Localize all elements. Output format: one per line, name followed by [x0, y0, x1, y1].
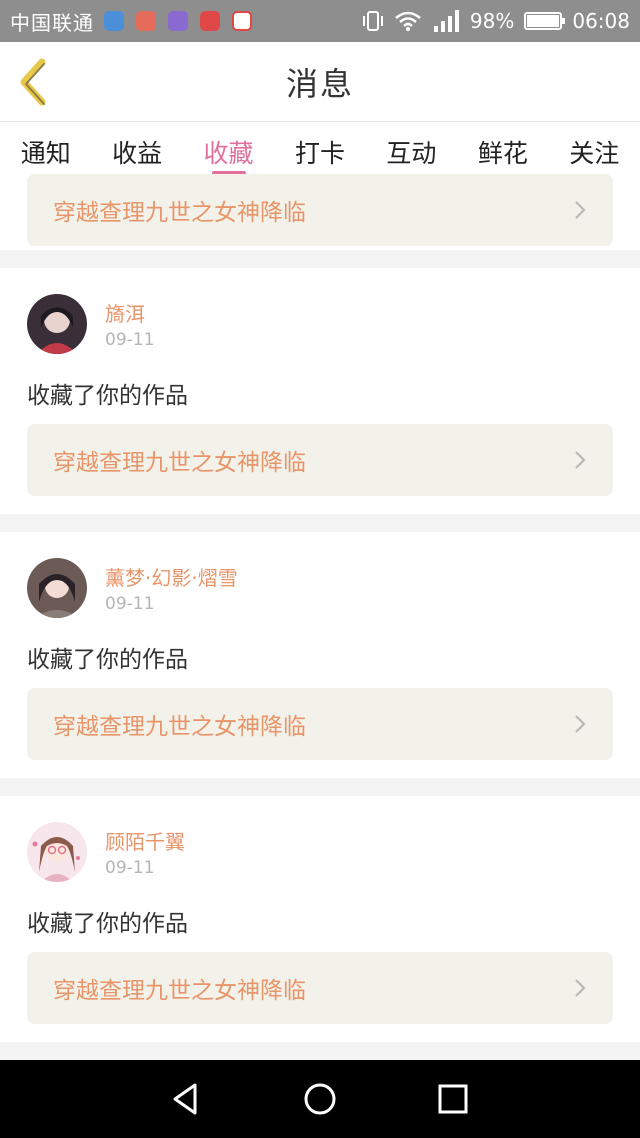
- tab-interaction[interactable]: 互动: [366, 122, 457, 182]
- vibrate-icon: [362, 11, 383, 31]
- tab-notifications[interactable]: 通知: [0, 122, 91, 182]
- video-icon: [232, 11, 252, 31]
- battery-percent: 98%: [469, 9, 515, 33]
- tab-label: 收益: [112, 139, 163, 168]
- header-bar: 消息: [0, 42, 640, 122]
- back-arrow-icon[interactable]: [14, 56, 54, 108]
- list-item: 旖洱 09-11 收藏了你的作品 穿越查理九世之女神降临: [0, 268, 640, 514]
- tab-label: 鲜花: [477, 139, 528, 168]
- gallery-icon: [168, 11, 188, 31]
- tab-flowers[interactable]: 鲜花: [457, 122, 548, 182]
- mail-icon: [136, 11, 156, 31]
- work-link[interactable]: 穿越查理九世之女神降临: [27, 424, 613, 496]
- tab-earnings[interactable]: 收益: [91, 122, 182, 182]
- maps-icon: [104, 11, 124, 31]
- work-link[interactable]: 穿越查理九世之女神降临: [27, 952, 613, 1024]
- chevron-right-icon: [575, 451, 586, 469]
- recents-square-icon[interactable]: [433, 1079, 473, 1119]
- avatar[interactable]: [27, 558, 87, 618]
- avatar[interactable]: [27, 294, 87, 354]
- list-item: 穿越查理九世之女神降临: [0, 174, 640, 250]
- action-text: 收藏了你的作品: [27, 383, 188, 409]
- home-circle-icon[interactable]: [300, 1079, 340, 1119]
- screen: 中国联通 98% 06:08 消息 通知 收益 收藏 打卡 互动 鲜花 关注 穿…: [0, 0, 640, 1138]
- username[interactable]: 旖洱: [105, 298, 145, 327]
- system-nav-bar: [0, 1060, 640, 1138]
- work-title: 穿越查理九世之女神降临: [53, 978, 306, 1004]
- status-right: 98% 06:08: [362, 8, 630, 34]
- tab-checkin[interactable]: 打卡: [274, 122, 365, 182]
- tab-label: 关注: [569, 139, 620, 168]
- work-link[interactable]: 穿越查理九世之女神降临: [27, 174, 613, 246]
- work-link[interactable]: 穿越查理九世之女神降临: [27, 688, 613, 760]
- list-item: 薰梦·幻影·熠雪 09-11 收藏了你的作品 穿越查理九世之女神降临: [0, 532, 640, 778]
- wifi-icon: [395, 11, 421, 31]
- message-list: 穿越查理九世之女神降临 旖洱 09-11 收藏了你的作品 穿越查理九世之女神降临: [0, 174, 640, 1042]
- clock: 06:08: [572, 9, 630, 33]
- timestamp: 09-11: [105, 858, 155, 878]
- page-title: 消息: [285, 64, 354, 103]
- signal-icon: [433, 10, 459, 32]
- action-text: 收藏了你的作品: [27, 647, 188, 673]
- tab-label: 打卡: [294, 139, 345, 168]
- work-title: 穿越查理九世之女神降临: [53, 714, 306, 740]
- timestamp: 09-11: [105, 594, 155, 614]
- tab-following[interactable]: 关注: [549, 122, 640, 182]
- username[interactable]: 薰梦·幻影·熠雪: [105, 562, 238, 591]
- tab-label: 收藏: [203, 139, 254, 168]
- tab-bar: 通知 收益 收藏 打卡 互动 鲜花 关注: [0, 122, 640, 182]
- timestamp: 09-11: [105, 330, 155, 350]
- action-text: 收藏了你的作品: [27, 911, 188, 937]
- cloud-icon: [200, 11, 220, 31]
- chevron-right-icon: [575, 979, 586, 997]
- tab-label: 互动: [386, 139, 437, 168]
- work-title: 穿越查理九世之女神降临: [53, 450, 306, 476]
- username[interactable]: 顾陌千翼: [105, 826, 185, 855]
- carrier-label: 中国联通: [10, 10, 94, 35]
- status-bar: 中国联通 98% 06:08: [0, 0, 640, 42]
- list-item: 顾陌千翼 09-11 收藏了你的作品 穿越查理九世之女神降临: [0, 796, 640, 1042]
- avatar[interactable]: [27, 822, 87, 882]
- back-triangle-icon[interactable]: [167, 1079, 207, 1119]
- tab-label: 通知: [20, 139, 71, 168]
- chevron-right-icon: [575, 201, 586, 219]
- tab-favorites[interactable]: 收藏: [183, 122, 274, 182]
- chevron-right-icon: [575, 715, 586, 733]
- work-title: 穿越查理九世之女神降临: [53, 200, 306, 226]
- battery-icon: [524, 12, 566, 30]
